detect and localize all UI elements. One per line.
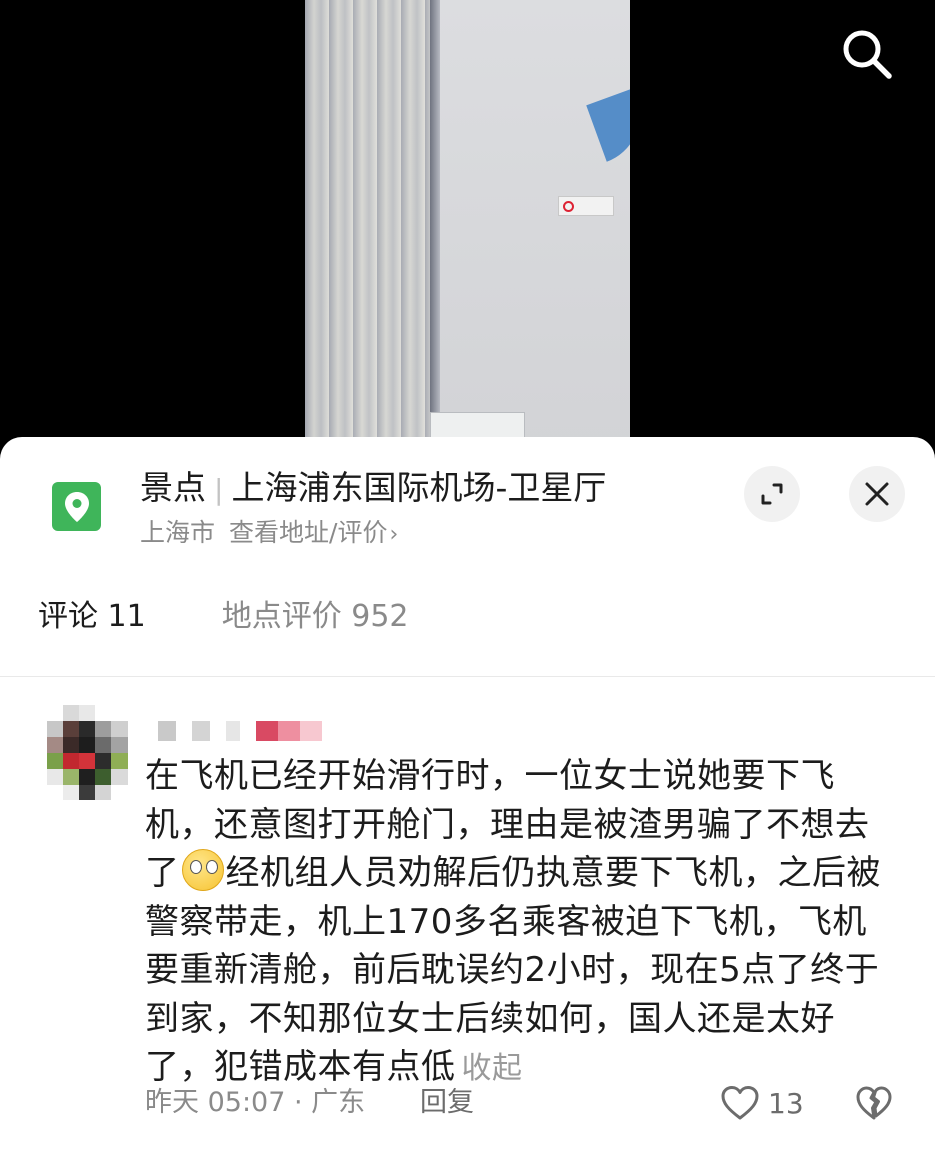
divider — [0, 676, 935, 677]
dislike-button[interactable] — [855, 1085, 893, 1121]
no-smoking-sign — [558, 196, 614, 216]
close-button[interactable] — [849, 466, 905, 522]
view-address-label: 查看地址/评价 — [229, 518, 388, 547]
like-button[interactable]: 13 — [720, 1083, 804, 1123]
expand-button[interactable] — [744, 466, 800, 522]
tab-location-reviews[interactable]: 地点评价 952 — [222, 595, 409, 639]
location-city: 上海市 — [140, 518, 216, 547]
reply-button[interactable]: 回复 — [420, 1084, 474, 1122]
avatar[interactable] — [47, 705, 128, 800]
username[interactable] — [158, 721, 323, 741]
expand-icon — [761, 483, 783, 505]
like-count: 13 — [768, 1086, 804, 1120]
location-category: 景点 — [140, 468, 206, 507]
media-viewer[interactable] — [0, 0, 935, 470]
tab-comments[interactable]: 评论 11 — [38, 595, 146, 639]
search-icon — [843, 30, 892, 79]
location-name: 上海浦东国际机场-卫星厅 — [231, 468, 607, 507]
heart-icon — [721, 1086, 759, 1120]
cabin-curtain — [305, 0, 435, 460]
close-icon — [865, 482, 889, 506]
crying-emoji-icon — [181, 849, 224, 891]
broken-heart-icon — [856, 1086, 892, 1120]
cabin-photo — [305, 0, 630, 460]
search-button[interactable] — [838, 25, 896, 83]
view-address-link[interactable]: 查看地址/评价› — [229, 518, 398, 547]
collapse-link[interactable]: 收起 — [462, 1051, 523, 1086]
tab-bar: 评论 11 地点评价 952 — [38, 595, 409, 639]
comment-body: 在飞机已经开始滑行时，一位女士说她要下飞机，还意图打开舱门，理由是被渣男骗了不想… — [145, 752, 890, 1094]
location-pin-icon — [52, 482, 101, 531]
comment-meta: 昨天 05:07 · 广东 — [145, 1087, 366, 1118]
chevron-right-icon: › — [389, 522, 399, 547]
curtain-edge — [430, 0, 440, 460]
cabin-wall — [437, 0, 630, 460]
title-separator: | — [214, 473, 224, 506]
location-title[interactable]: 景点 | 上海浦东国际机场-卫星厅 — [140, 466, 606, 512]
location-subtitle: 上海市 查看地址/评价› — [140, 515, 398, 553]
